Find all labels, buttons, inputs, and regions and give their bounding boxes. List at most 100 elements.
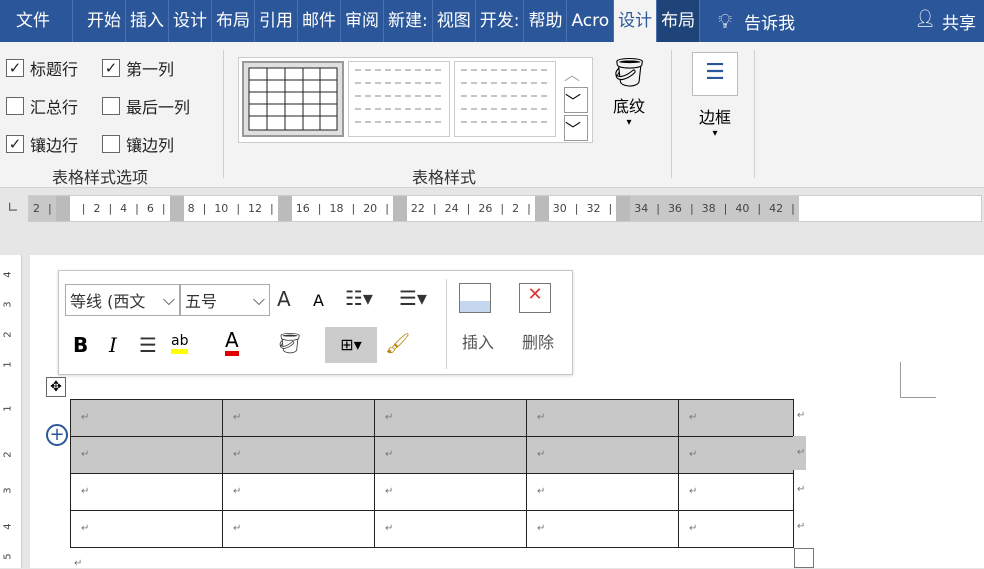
borders-button[interactable]: ☰ 边框 ▾ [692, 52, 738, 139]
tab-6[interactable]: 邮件 [298, 0, 341, 42]
font-size-select[interactable]: 五号 ⌵ [180, 284, 270, 316]
table-style-gallery: ︿ ﹀ ﹀ [238, 57, 593, 143]
tab-11[interactable]: 帮助 [524, 0, 568, 42]
gallery-more-icon[interactable]: ﹀ [564, 115, 588, 141]
table-resize-handle[interactable] [794, 548, 814, 568]
style-options: ✓ 标题行 ✓ 第一列 汇总行 最后一列 ✓ 镶边行 镶边列 [6, 56, 202, 156]
table-cell[interactable]: ↵ [526, 473, 679, 511]
table-cell[interactable]: ↵ [526, 510, 679, 548]
ribbon: ✓ 标题行 ✓ 第一列 汇总行 最后一列 ✓ 镶边行 镶边列 表格样式选项 ︿ ﹀ ﹀ 🪣… [0, 42, 984, 188]
table-cell[interactable]: ↵ [222, 399, 375, 437]
total-row-checkbox[interactable]: 汇总行 [6, 94, 102, 118]
table-cell[interactable]: ↵ [70, 399, 223, 437]
table-cell[interactable]: ↵ [374, 399, 527, 437]
table-row: ↵ ↵ ↵ ↵ ↵ [70, 510, 794, 548]
table-cell[interactable]: ↵ [70, 436, 223, 474]
first-column-checkbox[interactable]: ✓ 第一列 [102, 56, 202, 80]
vertical-ruler[interactable]: 4 3 2 1 1 2 3 4 5 [0, 255, 22, 568]
insert-button[interactable]: 插入 [459, 283, 497, 353]
table-move-handle-icon[interactable]: ✥ [46, 377, 66, 397]
shrink-font-icon[interactable]: A [313, 291, 324, 310]
table-cell[interactable]: ↵ [678, 399, 794, 437]
bullets-icon[interactable]: ☷▾ [345, 286, 373, 310]
column-marker[interactable] [616, 196, 631, 221]
table-cell[interactable]: ↵ [374, 473, 527, 511]
shading-button[interactable]: 🪣︎ 底纹 ▾ [606, 56, 652, 128]
tab-1[interactable]: 开始 [73, 0, 126, 42]
tab-7[interactable]: 审阅 [341, 0, 384, 42]
header-row-checkbox[interactable]: ✓ 标题行 [6, 56, 102, 80]
italic-button[interactable]: I [109, 333, 117, 357]
tell-me[interactable]: 告诉我 [744, 9, 795, 34]
table-style-plain[interactable] [348, 61, 450, 137]
tab-13[interactable]: 设计 [614, 0, 658, 42]
tab-3[interactable]: 设计 [169, 0, 212, 42]
table-cell[interactable]: ↵ [526, 436, 679, 474]
table-style-light[interactable] [454, 61, 556, 137]
ruler-tick-label: 32 [586, 202, 601, 215]
table-cell[interactable]: ↵ [678, 436, 794, 474]
tab-10[interactable]: 开发: [476, 0, 525, 42]
bold-button[interactable]: B [73, 333, 88, 357]
font-select[interactable]: 等线 (西文 ⌵ [65, 284, 180, 316]
vruler-tick-label: 3 [2, 487, 14, 494]
share-button[interactable]: 👤︎ 共享 [914, 9, 976, 34]
table-cell[interactable]: ↵ [70, 510, 223, 548]
dropdown-arrow-icon: ▾ [626, 117, 632, 128]
tab-0[interactable]: 文件 [0, 0, 73, 42]
tab-14[interactable]: 布局 [657, 0, 701, 42]
font-color-icon[interactable]: A [225, 329, 239, 356]
banded-rows-checkbox[interactable]: ✓ 镶边行 [6, 132, 102, 156]
table-style-grid[interactable] [242, 61, 344, 137]
table-cell[interactable]: ↵ [374, 436, 527, 474]
tab-4[interactable]: 布局 [212, 0, 255, 42]
table-cell[interactable]: ↵ [70, 473, 223, 511]
ruler-segment: 2 | [29, 196, 56, 221]
ruler-segment: 30 | 32 | [552, 202, 613, 215]
column-marker[interactable] [55, 196, 70, 221]
ruler-tick-label: 20 [363, 202, 378, 215]
table-cell[interactable]: ↵ [678, 510, 794, 548]
table-row: ↵ ↵ ↵ ↵ ↵ [70, 473, 794, 511]
column-marker[interactable] [169, 196, 184, 221]
column-marker[interactable] [277, 196, 292, 221]
tab-8[interactable]: 新建: [384, 0, 433, 42]
borders-icon[interactable]: ⊞▾ [325, 327, 377, 363]
table-cell[interactable]: ↵ [222, 473, 375, 511]
gallery-down-icon[interactable]: ﹀ [564, 87, 588, 113]
grow-font-icon[interactable]: A [277, 287, 291, 311]
tab-9[interactable]: 视图 [433, 0, 476, 42]
table-cell[interactable]: ↵ [374, 510, 527, 548]
ruler-tick-label: 10 [214, 202, 229, 215]
tab-5[interactable]: 引用 [255, 0, 298, 42]
table-cell[interactable]: ↵ [222, 510, 375, 548]
ruler-tick-label: 26 [478, 202, 493, 215]
last-column-checkbox[interactable]: 最后一列 [102, 94, 202, 118]
column-marker[interactable] [534, 196, 549, 221]
row-end-mark: ↵ [797, 410, 806, 421]
banded-columns-checkbox[interactable]: 镶边列 [102, 132, 202, 156]
gallery-up-icon[interactable]: ︿ [564, 61, 588, 85]
shading-icon[interactable]: 🪣︎ [277, 331, 302, 355]
tab-12[interactable]: Acro [567, 0, 615, 42]
lightbulb-icon: 💡︎ [718, 9, 733, 33]
insert-row-plus-icon[interactable]: + [46, 424, 68, 446]
tab-selector[interactable]: ∟ [0, 195, 26, 222]
row-end-mark: ↵ [797, 521, 806, 532]
center-align-icon[interactable]: ☰ [139, 333, 157, 357]
delete-button[interactable]: ✕ 删除 [519, 283, 557, 353]
person-icon: 👤︎ [914, 8, 936, 29]
tab-2[interactable]: 插入 [126, 0, 169, 42]
document-table[interactable]: ↵ ↵ ↵ ↵ ↵ ↵ ↵ ↵ ↵ ↵ ↵ ↵ ↵ ↵ ↵ ↵ ↵ ↵ ↵ ↵ [70, 399, 794, 548]
horizontal-ruler[interactable]: 2 | | 2 | 4 | 6 | 8 | 10 | 12 | 16 | 18 | 20 | 22 | 24 | 26 | 2 | 30 |… [28, 195, 982, 222]
highlight-icon[interactable]: ab [171, 333, 189, 354]
table-cell[interactable]: ↵ [222, 436, 375, 474]
numbering-icon[interactable]: ☰▾ [399, 286, 427, 310]
table-delete-icon: ✕ [519, 283, 551, 313]
ruler-tick-label: 12 [248, 202, 263, 215]
row-end-mark: ↵ [797, 484, 806, 495]
table-cell[interactable]: ↵ [526, 399, 679, 437]
column-marker[interactable] [392, 196, 407, 221]
table-cell[interactable]: ↵ [678, 473, 794, 511]
format-painter-icon[interactable]: 🖌︎ [385, 331, 410, 355]
